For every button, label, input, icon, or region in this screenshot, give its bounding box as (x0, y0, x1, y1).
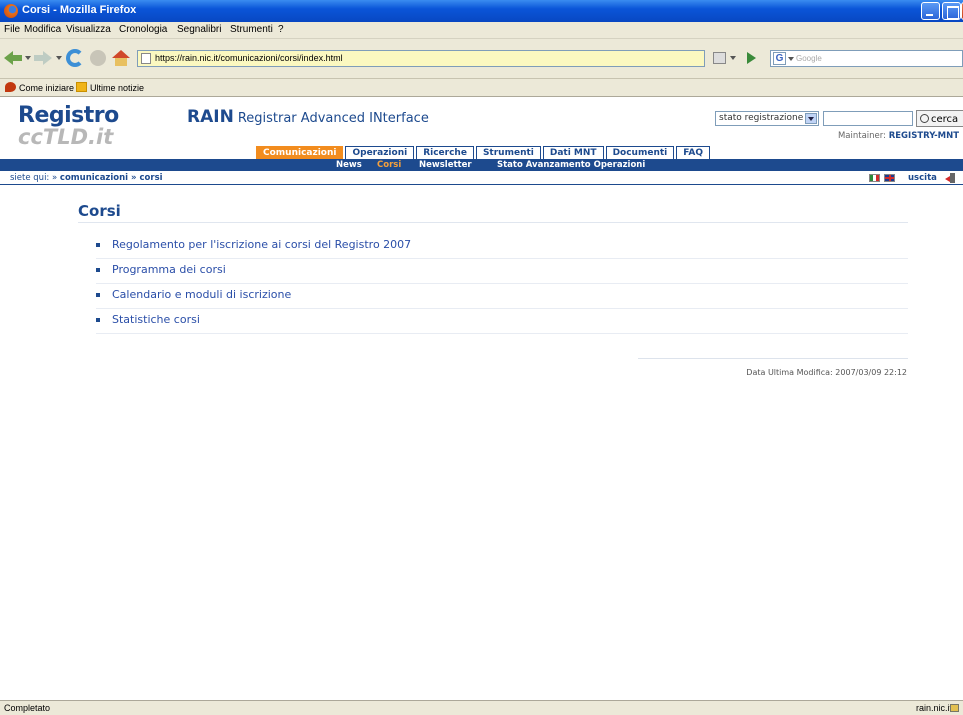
tab-documenti[interactable]: Documenti (605, 146, 675, 159)
chevron-down-icon[interactable] (805, 113, 817, 124)
bookmark-label: Ultime notizie (90, 83, 145, 93)
link-programma[interactable]: Programma dei corsi (112, 263, 226, 276)
list-item: Statistiche corsi (96, 309, 908, 334)
subnav-news[interactable]: News (336, 159, 362, 171)
menu-segnalibri[interactable]: Segnalibri (177, 24, 221, 35)
english-flag-icon[interactable] (884, 174, 895, 182)
link-regolamento[interactable]: Regolamento per l'iscrizione ai corsi de… (112, 238, 411, 251)
status-select[interactable]: stato registrazione (715, 111, 819, 126)
maintainer-label: Maintainer: (837, 131, 886, 141)
last-modified: Data Ultima Modifica: 2007/03/09 22:12 (746, 368, 907, 377)
registro-logo[interactable]: Registro ccTLD.it (18, 103, 128, 153)
title-divider (78, 222, 908, 223)
reload-icon[interactable] (66, 49, 84, 67)
google-engine-icon[interactable]: G (773, 52, 786, 65)
bookmark-ultime-notizie[interactable]: Ultime notizie (76, 82, 144, 93)
menu-cronologia[interactable]: Cronologia (119, 24, 167, 35)
page-icon (141, 53, 151, 64)
padlock-icon[interactable] (950, 704, 959, 712)
bullet-icon (96, 268, 100, 272)
url-history-dropdown-icon[interactable] (730, 56, 736, 60)
menu-visualizza[interactable]: Visualizza (66, 24, 111, 35)
subnav-newsletter[interactable]: Newsletter (419, 159, 472, 171)
back-arrow-icon[interactable] (4, 51, 22, 65)
footer-divider (638, 358, 908, 359)
window-titlebar: Corsi - Mozilla Firefox (0, 0, 963, 22)
minimize-button[interactable] (921, 2, 940, 20)
sub-navigation: News Corsi Newsletter Stato Avanzamento … (0, 159, 963, 171)
site-search-input[interactable] (823, 111, 913, 126)
breadcrumb-path[interactable]: comunicazioni » corsi (60, 173, 163, 183)
firefox-icon (4, 4, 18, 18)
search-button[interactable]: cerca (916, 110, 963, 127)
menu-file[interactable]: File (4, 24, 20, 35)
bullet-icon (96, 318, 100, 322)
menu-modifica[interactable]: Modifica (24, 24, 61, 35)
subnav-corsi[interactable]: Corsi (377, 159, 401, 171)
status-bar: Completato rain.nic.it (0, 700, 963, 715)
subnav-stato-avanzamento[interactable]: Stato Avanzamento Operazioni (497, 159, 645, 171)
app-subtitle: Registrar Advanced INterface (237, 111, 429, 126)
breadcrumb-prefix: siete qui: » (10, 173, 60, 183)
tab-ricerche[interactable]: Ricerche (416, 146, 474, 159)
navigation-toolbar: https://rain.nic.it/comunicazioni/corsi/… (0, 39, 963, 79)
breadcrumb: siete qui: » comunicazioni » corsi (10, 173, 163, 183)
address-controls (713, 51, 763, 66)
home-icon[interactable] (112, 50, 130, 66)
menu-bar: File Modifica Visualizza Cronologia Segn… (0, 22, 963, 39)
bookmarks-toolbar: Come iniziare Ultime notizie (0, 79, 963, 97)
list-item: Regolamento per l'iscrizione ai corsi de… (96, 234, 908, 259)
bookmark-come-iniziare[interactable]: Come iniziare (5, 82, 74, 93)
bullet-icon (96, 293, 100, 297)
link-calendario[interactable]: Calendario e moduli di iscrizione (112, 288, 291, 301)
tab-strumenti[interactable]: Strumenti (475, 146, 541, 159)
menu-help[interactable]: ? (278, 24, 284, 35)
address-bar[interactable]: https://rain.nic.it/comunicazioni/corsi/… (137, 50, 705, 67)
app-title: RAIN Registrar Advanced INterface (187, 107, 429, 127)
window-title: Corsi - Mozilla Firefox (22, 4, 137, 16)
menu-strumenti[interactable]: Strumenti (230, 24, 273, 35)
bullet-icon (96, 243, 100, 247)
forward-arrow-icon[interactable] (34, 51, 52, 65)
tab-faq[interactable]: FAQ (676, 146, 710, 159)
back-history-dropdown-icon[interactable] (25, 56, 31, 60)
main-tabs: Comunicazioni Operazioni Ricerche Strumenti… (256, 146, 712, 159)
maximize-button[interactable] (942, 2, 961, 20)
engine-dropdown-icon[interactable] (788, 57, 794, 61)
forward-history-dropdown-icon[interactable] (56, 56, 62, 60)
logout-icon[interactable] (945, 173, 956, 183)
search-button-label: cerca (931, 114, 959, 125)
web-search-box[interactable]: G Google (770, 50, 963, 67)
go-arrow-icon[interactable] (747, 52, 756, 64)
tab-operazioni[interactable]: Operazioni (345, 146, 415, 159)
status-text: Completato (4, 703, 51, 713)
logo-line-2: ccTLD.it (18, 125, 114, 149)
status-select-value: stato registrazione (719, 113, 804, 123)
search-icon (920, 114, 929, 123)
address-url[interactable]: https://rain.nic.it/comunicazioni/corsi/… (155, 53, 343, 63)
maintainer-info: Maintainer: REGISTRY-MNT (838, 131, 959, 141)
app-name: RAIN (187, 107, 234, 127)
course-list: Regolamento per l'iscrizione ai corsi de… (96, 234, 908, 334)
tab-dati-mnt[interactable]: Dati MNT (542, 146, 604, 159)
site-identity-icon[interactable] (713, 52, 726, 64)
link-statistiche[interactable]: Statistiche corsi (112, 313, 200, 326)
rss-folder-icon (76, 82, 87, 92)
web-content: Registro ccTLD.it RAIN Registrar Advanced… (0, 97, 963, 700)
stop-icon[interactable] (90, 50, 106, 66)
list-item: Calendario e moduli di iscrizione (96, 284, 908, 309)
list-item: Programma dei corsi (96, 259, 908, 284)
firefox-bookmark-icon (5, 82, 16, 92)
bookmark-label: Come iniziare (19, 83, 75, 93)
page-title: Corsi (78, 202, 121, 220)
logout-link[interactable]: uscita (908, 173, 937, 183)
tab-comunicazioni[interactable]: Comunicazioni (256, 146, 344, 159)
italian-flag-icon[interactable] (869, 174, 880, 182)
maintainer-value: REGISTRY-MNT (888, 131, 959, 141)
breadcrumb-bar: siete qui: » comunicazioni » corsi uscit… (0, 171, 963, 185)
web-search-placeholder[interactable]: Google (796, 54, 822, 63)
status-host: rain.nic.it (916, 703, 953, 713)
